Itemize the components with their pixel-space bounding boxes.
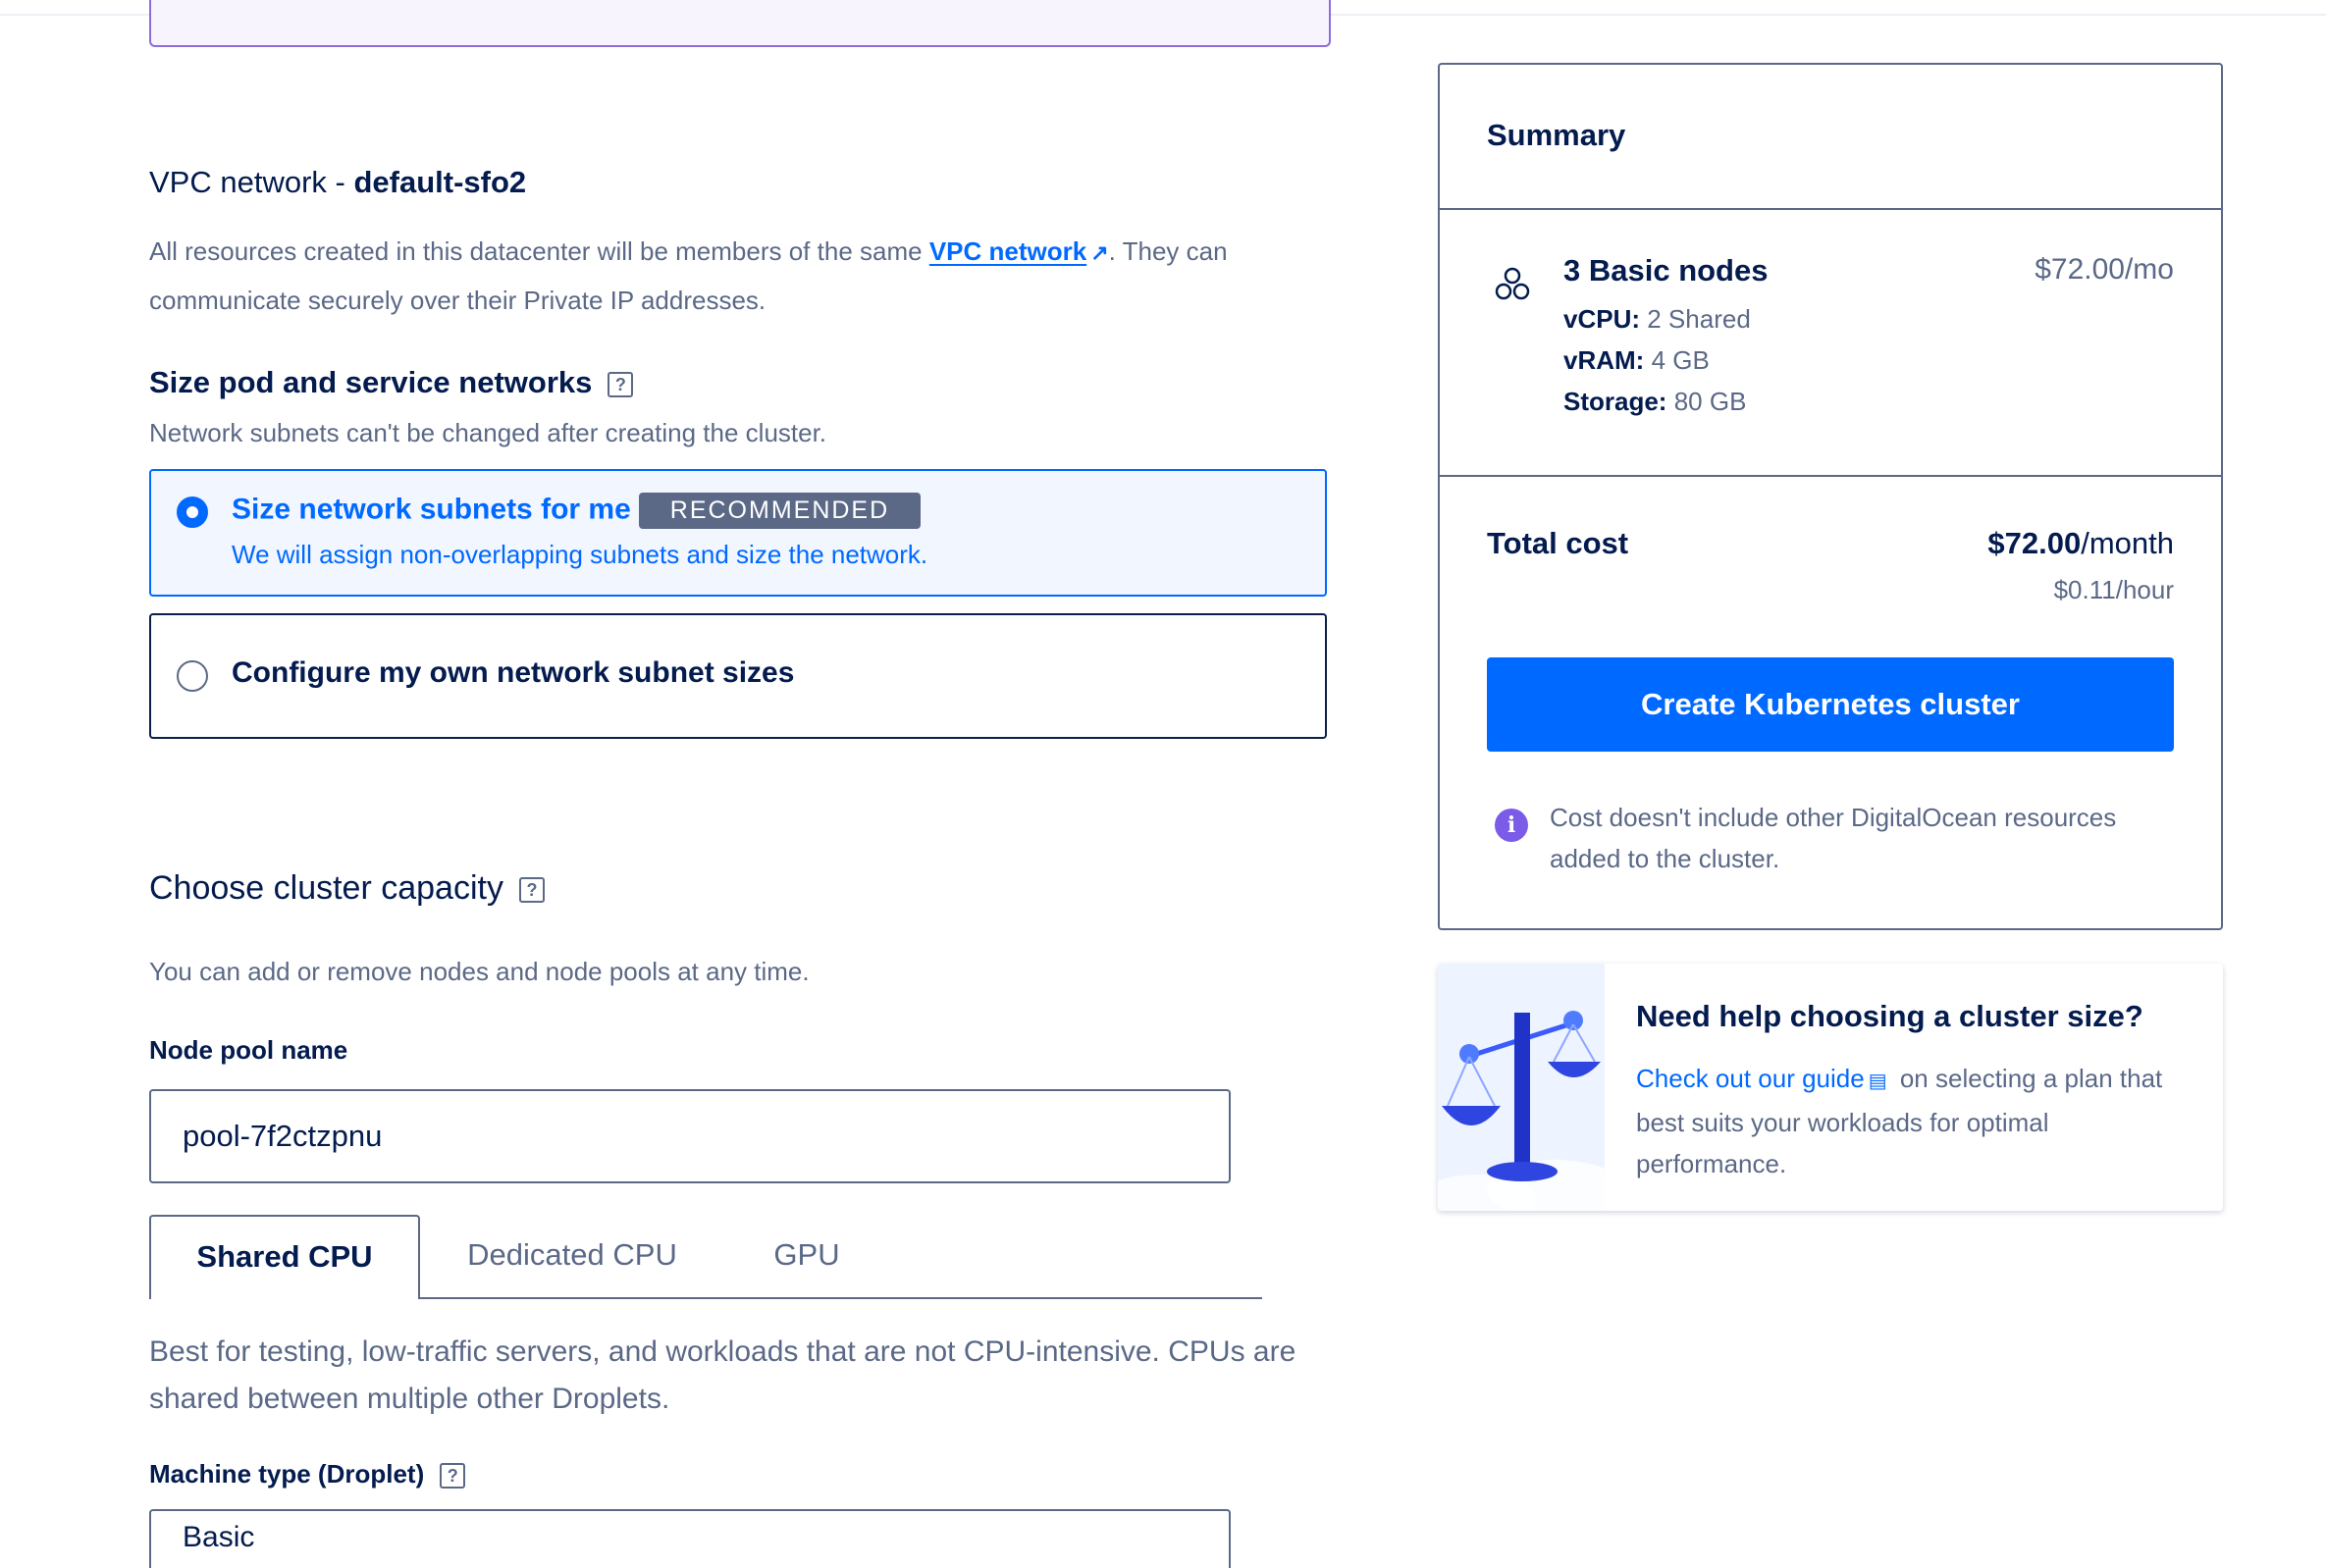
create-kubernetes-cluster-button[interactable]: Create Kubernetes cluster	[1487, 657, 2174, 752]
external-link-icon: ↗	[1090, 240, 1109, 265]
capacity-subtitle: You can add or remove nodes and node poo…	[149, 957, 810, 986]
vpc-title-prefix: VPC network -	[149, 165, 354, 199]
capacity-title-text: Choose cluster capacity	[149, 869, 503, 907]
total-amount: $72.00	[1987, 526, 2082, 560]
radio-unselected[interactable]	[177, 660, 208, 692]
spec-storage: Storage: 80 GB	[1563, 387, 1746, 417]
machine-type-select[interactable]: Basic	[149, 1509, 1231, 1568]
pod-networks-subtitle: Network subnets can't be changed after c…	[149, 418, 827, 447]
option-label: Configure my own network subnet sizes	[232, 656, 795, 689]
summary-header: Summary	[1440, 65, 2221, 210]
help-icon[interactable]: ?	[440, 1463, 466, 1490]
spec-value: 2 Shared	[1647, 304, 1751, 334]
machine-type-label-text: Machine type (Droplet)	[149, 1459, 425, 1489]
vpc-name: default-sfo2	[353, 165, 527, 199]
total-unit: /month	[2081, 526, 2174, 560]
spec-vcpu: vCPU: 2 Shared	[1563, 304, 1751, 335]
vpc-description: All resources created in this datacenter…	[149, 228, 1327, 324]
node-pool-name-input[interactable]: pool-7f2ctzpnu	[149, 1089, 1231, 1183]
cost-info-text: Cost doesn't include other DigitalOcean …	[1550, 803, 2117, 873]
hourly-cost: $0.11/hour	[2053, 575, 2174, 604]
summary-nodes: 3 Basic nodes $72.00/mo vCPU: 2 Shared v…	[1440, 210, 2221, 477]
help-icon[interactable]: ?	[608, 371, 634, 397]
help-icon[interactable]: ?	[518, 877, 545, 904]
node-pool-label: Node pool name	[149, 1035, 348, 1065]
machine-type-label: Machine type (Droplet)?	[149, 1459, 466, 1490]
nodes-cluster-icon	[1495, 267, 1530, 300]
spec-vram: vRAM: 4 GB	[1563, 345, 1710, 376]
recommended-badge: RECOMMENDED	[638, 493, 922, 529]
spec-label: vCPU:	[1563, 304, 1641, 334]
total-cost-label: Total cost	[1487, 526, 1629, 560]
spec-value: 80 GB	[1673, 387, 1747, 416]
summary-card: Summary 3 Basic nodes $72.00/mo vCPU: 2 …	[1438, 63, 2223, 930]
help-card: Need help choosing a cluster size? Check…	[1438, 964, 2223, 1211]
summary-title: Summary	[1487, 118, 1626, 152]
tab-gpu[interactable]: GPU	[758, 1215, 856, 1297]
help-card-title: Need help choosing a cluster size?	[1636, 999, 2143, 1033]
vpc-network-title: VPC network - default-sfo2	[149, 165, 526, 200]
node-price: $72.00/mo	[2035, 253, 2174, 286]
spec-value: 4 GB	[1651, 345, 1710, 375]
pod-networks-title: Size pod and service networks?	[149, 365, 634, 400]
help-card-text: Check out our guide ▤ on selecting a plan…	[1636, 1058, 2186, 1184]
tab-description: Best for testing, low-traffic servers, a…	[149, 1335, 1296, 1415]
option-size-subnets-for-me[interactable]: Size network subnets for me RECOMMENDED W…	[149, 469, 1327, 597]
scale-illustration	[1438, 964, 1605, 1211]
tab-shared-cpu[interactable]: Shared CPU	[149, 1215, 420, 1299]
option-configure-own-subnets[interactable]: Configure my own network subnet sizes	[149, 613, 1327, 739]
option-description: We will assign non-overlapping subnets a…	[232, 540, 928, 569]
pod-networks-title-text: Size pod and service networks	[149, 365, 593, 399]
tab-dedicated-cpu[interactable]: Dedicated CPU	[459, 1215, 685, 1297]
info-icon: i	[1495, 809, 1528, 842]
total-cost-value: $72.00/month	[1987, 526, 2174, 561]
spec-label: Storage:	[1563, 387, 1667, 416]
option-title: Size network subnets for me RECOMMENDED	[232, 493, 922, 529]
previous-section-box	[149, 0, 1331, 47]
radio-selected[interactable]	[177, 497, 208, 528]
cpu-type-tabs: Shared CPU Dedicated CPU GPU	[149, 1215, 1262, 1299]
spec-label: vRAM:	[1563, 345, 1645, 375]
vpc-network-link[interactable]: VPC network	[929, 236, 1086, 266]
option-label: Size network subnets for me	[232, 493, 631, 526]
vpc-desc-text: All resources created in this datacenter…	[149, 236, 929, 266]
guide-link[interactable]: Check out our guide	[1636, 1064, 1865, 1093]
document-icon: ▤	[1868, 1071, 1887, 1092]
capacity-title: Choose cluster capacity?	[149, 869, 545, 908]
node-summary-title: 3 Basic nodes	[1563, 253, 1769, 287]
